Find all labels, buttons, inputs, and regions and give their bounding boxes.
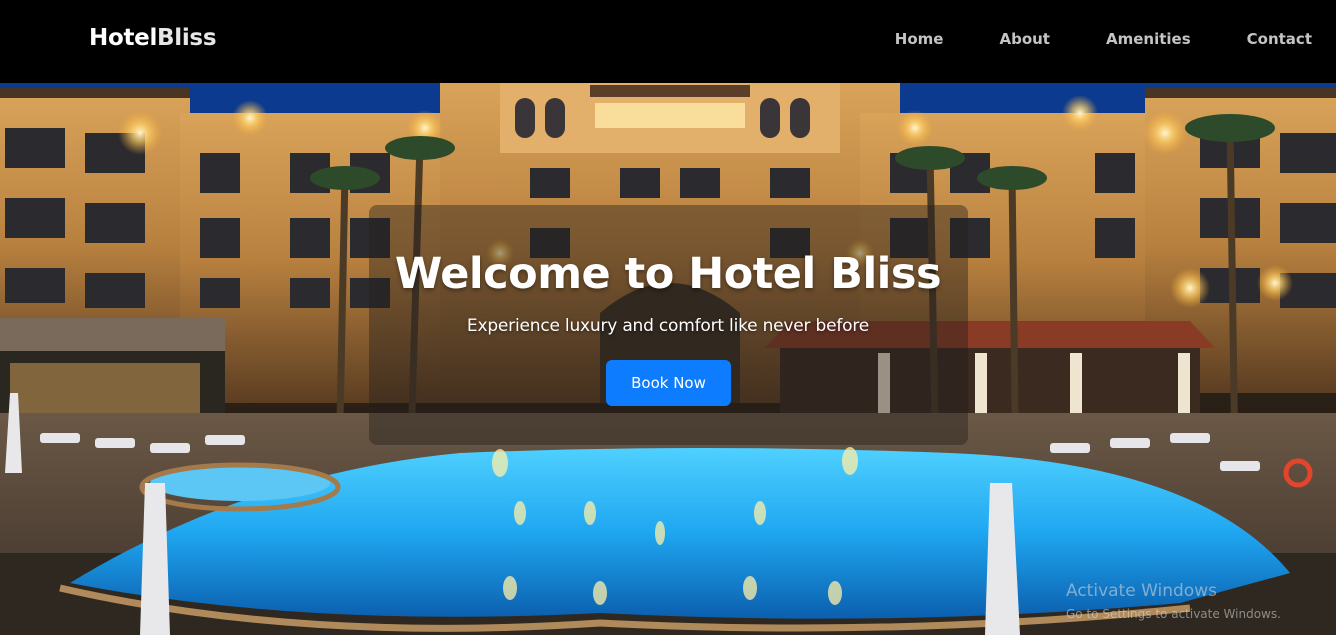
nav-links: Home About Amenities Contact [895,30,1312,48]
watermark-subtitle: Go to Settings to activate Windows. [1066,607,1281,621]
nav-link-about[interactable]: About [999,30,1050,48]
brand-name-part2: Bliss [157,25,217,51]
windows-activation-watermark: Activate Windows Go to Settings to activ… [1066,581,1281,621]
hero-title: Welcome to Hotel Bliss [394,249,942,299]
book-now-button[interactable]: Book Now [606,360,731,406]
navbar: HotelBliss Home About Amenities Contact [0,0,1336,83]
brand-name-part1: Hotel [89,25,158,51]
nav-link-amenities[interactable]: Amenities [1106,30,1191,48]
nav-link-contact[interactable]: Contact [1247,30,1312,48]
nav-link-home[interactable]: Home [895,30,944,48]
watermark-title: Activate Windows [1066,581,1217,601]
hero-subtitle: Experience luxury and comfort like never… [466,316,870,336]
brand-logo[interactable]: HotelBliss [89,25,217,51]
